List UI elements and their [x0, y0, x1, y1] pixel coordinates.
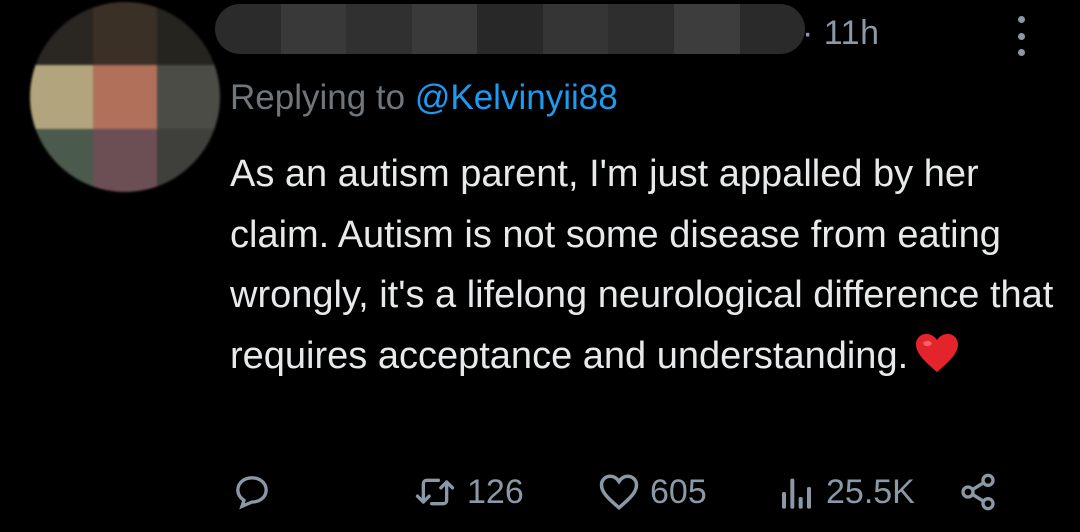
replying-to: Replying to @Kelvinyii88 — [230, 78, 618, 118]
like-button[interactable]: 605 — [598, 466, 707, 518]
views-icon — [778, 472, 816, 512]
reply-prefix: Replying to — [230, 78, 406, 117]
reply-handle-link[interactable]: @Kelvinyii88 — [415, 78, 618, 117]
like-count: 605 — [650, 472, 707, 511]
reply-icon — [232, 472, 272, 512]
share-button[interactable] — [958, 466, 998, 518]
share-icon — [958, 472, 998, 512]
like-icon — [598, 472, 640, 512]
tweet-actions: 126 605 25.5K — [230, 466, 1050, 518]
tweet-text: As an autism parent, I'm just appalled b… — [230, 144, 1060, 392]
views-count: 25.5K — [826, 472, 915, 511]
more-options-icon[interactable] — [1010, 16, 1032, 56]
views-button[interactable]: 25.5K — [778, 466, 915, 518]
display-name-redacted[interactable] — [215, 4, 805, 54]
retweet-icon — [413, 472, 457, 512]
avatar[interactable] — [30, 2, 220, 192]
timestamp[interactable]: · 11h — [802, 14, 879, 53]
reply-button[interactable] — [232, 466, 272, 518]
red-heart-emoji — [914, 332, 960, 393]
retweet-button[interactable]: 126 — [413, 466, 524, 518]
retweet-count: 126 — [467, 472, 524, 511]
